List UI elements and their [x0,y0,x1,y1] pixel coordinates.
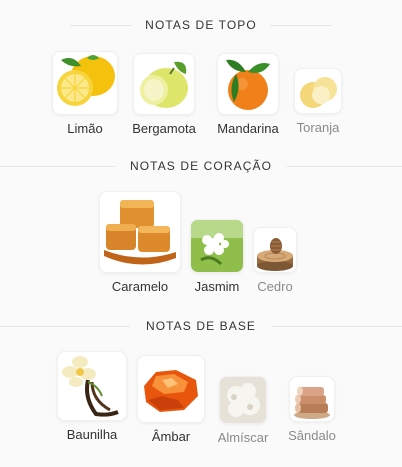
note-grapefruit[interactable]: Toranja [290,68,346,135]
note-vanilla[interactable]: Baunilha [57,351,127,442]
note-caramel[interactable]: Caramelo [98,191,182,294]
bergamot-icon [133,53,195,115]
section-title: NOTAS DE CORAÇÃO [119,159,283,173]
note-amber[interactable]: Âmbar [136,355,206,444]
section-title: NOTAS DE TOPO [135,18,267,32]
note-label: Limão [67,121,103,136]
note-label: Âmbar [151,429,191,444]
lemon-icon [52,51,118,115]
jasmine-icon [190,219,244,273]
musk-icon [219,376,267,424]
note-label: Sândalo [288,428,336,443]
note-bergamot[interactable]: Bergamota [127,53,201,136]
section-title: NOTAS DE BASE [135,319,267,333]
section-header-base-notes: NOTAS DE BASE [0,317,402,337]
note-label: Mandarina [217,121,279,136]
section-header-top-notes: NOTAS DE TOPO [0,16,402,36]
note-label: Bergamota [132,121,196,136]
note-label: Cedro [257,279,293,294]
caramel-icon [99,191,181,273]
note-label: Toranja [296,120,340,135]
amber-icon [137,355,205,423]
mandarin-icon [217,53,279,115]
section-header-heart-notes: NOTAS DE CORAÇÃO [0,157,402,177]
cedar-icon [253,227,297,273]
note-label: Almíscar [217,430,269,445]
note-lemon[interactable]: Limão [51,51,119,136]
grapefruit-icon [294,68,342,114]
note-label: Jasmim [194,279,240,294]
note-jasmine[interactable]: Jasmim [188,219,246,294]
note-label: Caramelo [111,279,169,294]
vanilla-icon [57,351,127,421]
note-sandalwood[interactable]: Sândalo [283,376,341,443]
sandalwood-icon [289,376,335,422]
note-musk[interactable]: Almíscar [214,376,272,445]
note-cedar[interactable]: Cedro [252,227,298,294]
note-label: Baunilha [66,427,118,442]
note-mandarin[interactable]: Mandarina [210,53,286,136]
